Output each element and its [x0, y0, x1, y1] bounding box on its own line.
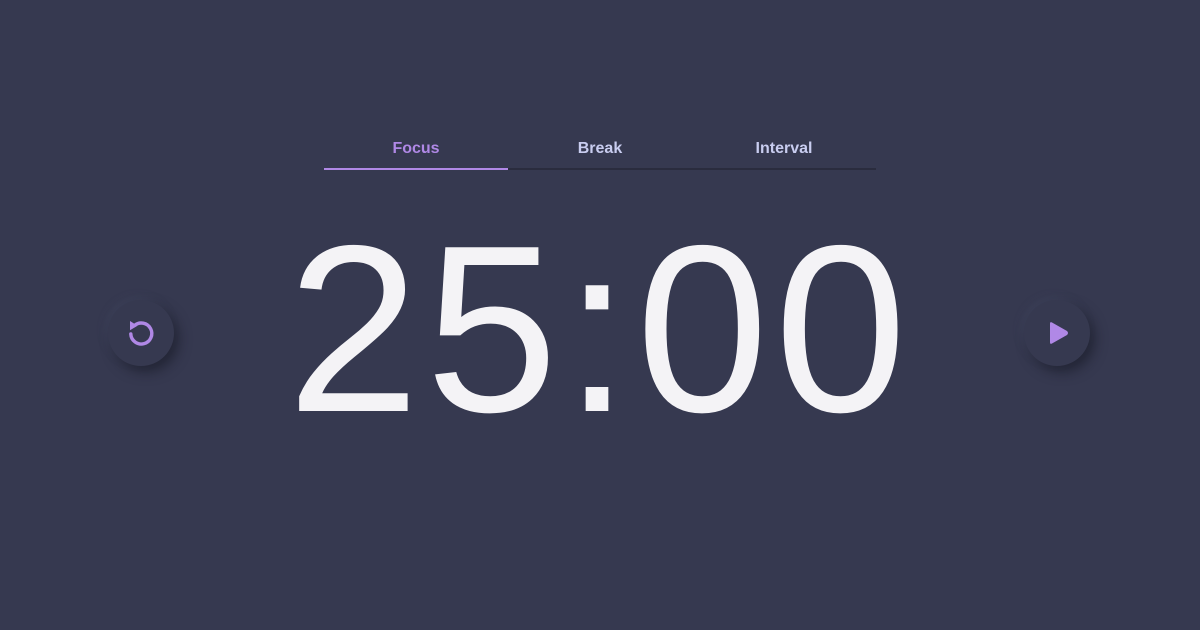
tab-break[interactable]: Break	[508, 129, 692, 167]
timer-display: 25:00	[287, 197, 913, 462]
play-icon	[1042, 318, 1072, 348]
reset-icon	[124, 316, 158, 350]
tab-interval[interactable]: Interval	[692, 129, 876, 167]
play-button[interactable]	[1024, 300, 1090, 366]
mode-tabs: Focus Break Interval	[324, 130, 876, 170]
reset-button[interactable]	[108, 300, 174, 366]
tab-focus[interactable]: Focus	[324, 129, 508, 170]
